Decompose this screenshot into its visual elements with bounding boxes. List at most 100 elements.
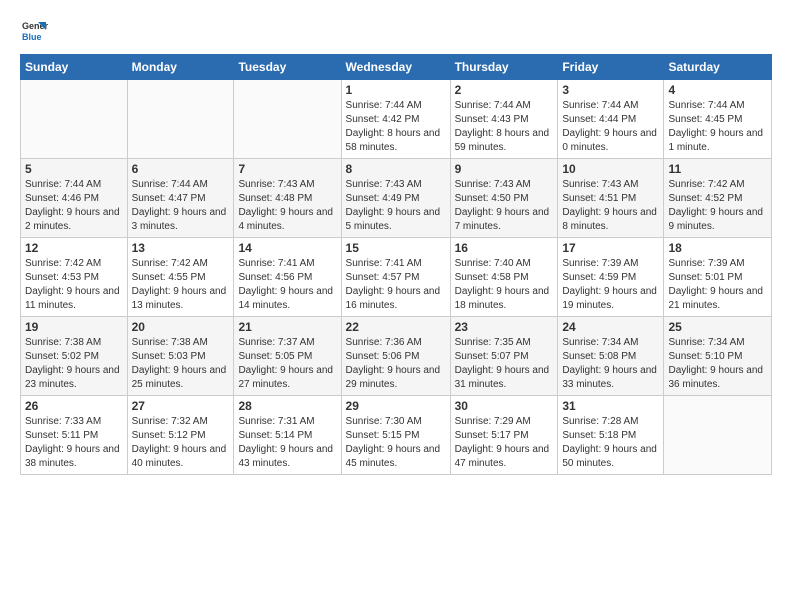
day-info: Sunrise: 7:42 AM Sunset: 4:55 PM Dayligh… — [132, 257, 230, 313]
weekday-header-row: SundayMondayTuesdayWednesdayThursdayFrid… — [21, 55, 772, 80]
day-number: 30 — [455, 399, 554, 413]
calendar-cell: 11Sunrise: 7:42 AM Sunset: 4:52 PM Dayli… — [664, 159, 772, 238]
day-info: Sunrise: 7:44 AM Sunset: 4:42 PM Dayligh… — [346, 99, 446, 155]
day-info: Sunrise: 7:38 AM Sunset: 5:02 PM Dayligh… — [25, 336, 123, 392]
calendar: SundayMondayTuesdayWednesdayThursdayFrid… — [20, 54, 772, 475]
day-number: 9 — [455, 162, 554, 176]
calendar-cell — [664, 396, 772, 475]
calendar-cell: 3 Sunrise: 7:44 AM Sunset: 4:44 PM Daylig… — [558, 80, 664, 159]
calendar-cell: 18 Sunrise: 7:39 AM Sunset: 5:01 PM Dayli… — [664, 238, 772, 317]
day-info: Sunrise: 7:33 AM Sunset: 5:11 PM Dayligh… — [25, 415, 123, 471]
day-number: 11 — [668, 162, 767, 176]
day-number: 20 — [132, 320, 230, 334]
day-info: Sunrise: 7:44 AM Sunset: 4:46 PM Dayligh… — [25, 178, 123, 234]
day-number: 12 — [25, 241, 123, 255]
calendar-cell: 31 Sunrise: 7:28 AM Sunset: 5:18 PM Dayli… — [558, 396, 664, 475]
calendar-cell — [127, 80, 234, 159]
day-number: 26 — [25, 399, 123, 413]
calendar-cell: 30 Sunrise: 7:29 AM Sunset: 5:17 PM Dayli… — [450, 396, 558, 475]
calendar-cell: 28 Sunrise: 7:31 AM Sunset: 5:14 PM Dayli… — [234, 396, 341, 475]
day-info: Sunrise: 7:43 AM Sunset: 4:51 PM Dayligh… — [562, 178, 659, 234]
day-info: Sunrise: 7:44 AM Sunset: 4:45 PM Dayligh… — [668, 99, 767, 155]
day-info: Sunrise: 7:28 AM Sunset: 5:18 PM Dayligh… — [562, 415, 659, 471]
day-number: 22 — [346, 320, 446, 334]
day-info: Sunrise: 7:38 AM Sunset: 5:03 PM Dayligh… — [132, 336, 230, 392]
day-info: Sunrise: 7:34 AM Sunset: 5:10 PM Dayligh… — [668, 336, 767, 392]
day-info: Sunrise: 7:37 AM Sunset: 5:05 PM Dayligh… — [238, 336, 336, 392]
calendar-cell: 6 Sunrise: 7:44 AM Sunset: 4:47 PM Daylig… — [127, 159, 234, 238]
day-number: 18 — [668, 241, 767, 255]
calendar-week-row: 5 Sunrise: 7:44 AM Sunset: 4:46 PM Daylig… — [21, 159, 772, 238]
svg-text:Blue: Blue — [22, 32, 42, 42]
day-number: 2 — [455, 83, 554, 97]
calendar-cell: 29Sunrise: 7:30 AM Sunset: 5:15 PM Dayli… — [341, 396, 450, 475]
calendar-cell: 15 Sunrise: 7:41 AM Sunset: 4:57 PM Dayli… — [341, 238, 450, 317]
day-number: 8 — [346, 162, 446, 176]
calendar-cell: 22 Sunrise: 7:36 AM Sunset: 5:06 PM Dayli… — [341, 317, 450, 396]
calendar-cell — [234, 80, 341, 159]
calendar-cell: 4Sunrise: 7:44 AM Sunset: 4:45 PM Daylig… — [664, 80, 772, 159]
day-number: 17 — [562, 241, 659, 255]
day-info: Sunrise: 7:39 AM Sunset: 5:01 PM Dayligh… — [668, 257, 767, 313]
day-number: 3 — [562, 83, 659, 97]
weekday-header: Saturday — [664, 55, 772, 80]
day-info: Sunrise: 7:32 AM Sunset: 5:12 PM Dayligh… — [132, 415, 230, 471]
day-number: 15 — [346, 241, 446, 255]
day-info: Sunrise: 7:34 AM Sunset: 5:08 PM Dayligh… — [562, 336, 659, 392]
calendar-cell: 12Sunrise: 7:42 AM Sunset: 4:53 PM Dayli… — [21, 238, 128, 317]
calendar-cell: 25 Sunrise: 7:34 AM Sunset: 5:10 PM Dayli… — [664, 317, 772, 396]
calendar-cell — [21, 80, 128, 159]
day-info: Sunrise: 7:39 AM Sunset: 4:59 PM Dayligh… — [562, 257, 659, 313]
calendar-cell: 23Sunrise: 7:35 AM Sunset: 5:07 PM Dayli… — [450, 317, 558, 396]
weekday-header: Thursday — [450, 55, 558, 80]
day-info: Sunrise: 7:44 AM Sunset: 4:44 PM Dayligh… — [562, 99, 659, 155]
calendar-cell: 1Sunrise: 7:44 AM Sunset: 4:42 PM Daylig… — [341, 80, 450, 159]
calendar-cell: 16Sunrise: 7:40 AM Sunset: 4:58 PM Dayli… — [450, 238, 558, 317]
day-number: 25 — [668, 320, 767, 334]
day-number: 27 — [132, 399, 230, 413]
calendar-week-row: 19 Sunrise: 7:38 AM Sunset: 5:02 PM Dayli… — [21, 317, 772, 396]
calendar-cell: 7 Sunrise: 7:43 AM Sunset: 4:48 PM Daylig… — [234, 159, 341, 238]
calendar-week-row: 26 Sunrise: 7:33 AM Sunset: 5:11 PM Dayli… — [21, 396, 772, 475]
day-info: Sunrise: 7:43 AM Sunset: 4:50 PM Dayligh… — [455, 178, 554, 234]
day-info: Sunrise: 7:41 AM Sunset: 4:57 PM Dayligh… — [346, 257, 446, 313]
day-number: 14 — [238, 241, 336, 255]
calendar-cell: 8 Sunrise: 7:43 AM Sunset: 4:49 PM Daylig… — [341, 159, 450, 238]
calendar-cell: 17 Sunrise: 7:39 AM Sunset: 4:59 PM Dayli… — [558, 238, 664, 317]
day-number: 10 — [562, 162, 659, 176]
weekday-header: Sunday — [21, 55, 128, 80]
day-number: 31 — [562, 399, 659, 413]
calendar-cell: 21 Sunrise: 7:37 AM Sunset: 5:05 PM Dayli… — [234, 317, 341, 396]
calendar-cell: 20 Sunrise: 7:38 AM Sunset: 5:03 PM Dayli… — [127, 317, 234, 396]
day-number: 13 — [132, 241, 230, 255]
day-info: Sunrise: 7:36 AM Sunset: 5:06 PM Dayligh… — [346, 336, 446, 392]
day-info: Sunrise: 7:35 AM Sunset: 5:07 PM Dayligh… — [455, 336, 554, 392]
weekday-header: Friday — [558, 55, 664, 80]
page: General Blue SundayMondayTuesdayWednesda… — [0, 0, 792, 487]
day-number: 5 — [25, 162, 123, 176]
weekday-header: Wednesday — [341, 55, 450, 80]
day-number: 7 — [238, 162, 336, 176]
day-number: 28 — [238, 399, 336, 413]
calendar-week-row: 12Sunrise: 7:42 AM Sunset: 4:53 PM Dayli… — [21, 238, 772, 317]
day-info: Sunrise: 7:43 AM Sunset: 4:49 PM Dayligh… — [346, 178, 446, 234]
day-number: 24 — [562, 320, 659, 334]
day-number: 19 — [25, 320, 123, 334]
day-info: Sunrise: 7:44 AM Sunset: 4:43 PM Dayligh… — [455, 99, 554, 155]
day-number: 21 — [238, 320, 336, 334]
calendar-cell: 24 Sunrise: 7:34 AM Sunset: 5:08 PM Dayli… — [558, 317, 664, 396]
day-info: Sunrise: 7:29 AM Sunset: 5:17 PM Dayligh… — [455, 415, 554, 471]
day-info: Sunrise: 7:43 AM Sunset: 4:48 PM Dayligh… — [238, 178, 336, 234]
weekday-header: Tuesday — [234, 55, 341, 80]
day-info: Sunrise: 7:30 AM Sunset: 5:15 PM Dayligh… — [346, 415, 446, 471]
calendar-cell: 13 Sunrise: 7:42 AM Sunset: 4:55 PM Dayli… — [127, 238, 234, 317]
calendar-cell: 14 Sunrise: 7:41 AM Sunset: 4:56 PM Dayli… — [234, 238, 341, 317]
weekday-header: Monday — [127, 55, 234, 80]
day-info: Sunrise: 7:41 AM Sunset: 4:56 PM Dayligh… — [238, 257, 336, 313]
calendar-cell: 19 Sunrise: 7:38 AM Sunset: 5:02 PM Dayli… — [21, 317, 128, 396]
day-info: Sunrise: 7:31 AM Sunset: 5:14 PM Dayligh… — [238, 415, 336, 471]
calendar-cell: 9 Sunrise: 7:43 AM Sunset: 4:50 PM Daylig… — [450, 159, 558, 238]
day-info: Sunrise: 7:44 AM Sunset: 4:47 PM Dayligh… — [132, 178, 230, 234]
calendar-cell: 2 Sunrise: 7:44 AM Sunset: 4:43 PM Daylig… — [450, 80, 558, 159]
day-number: 6 — [132, 162, 230, 176]
